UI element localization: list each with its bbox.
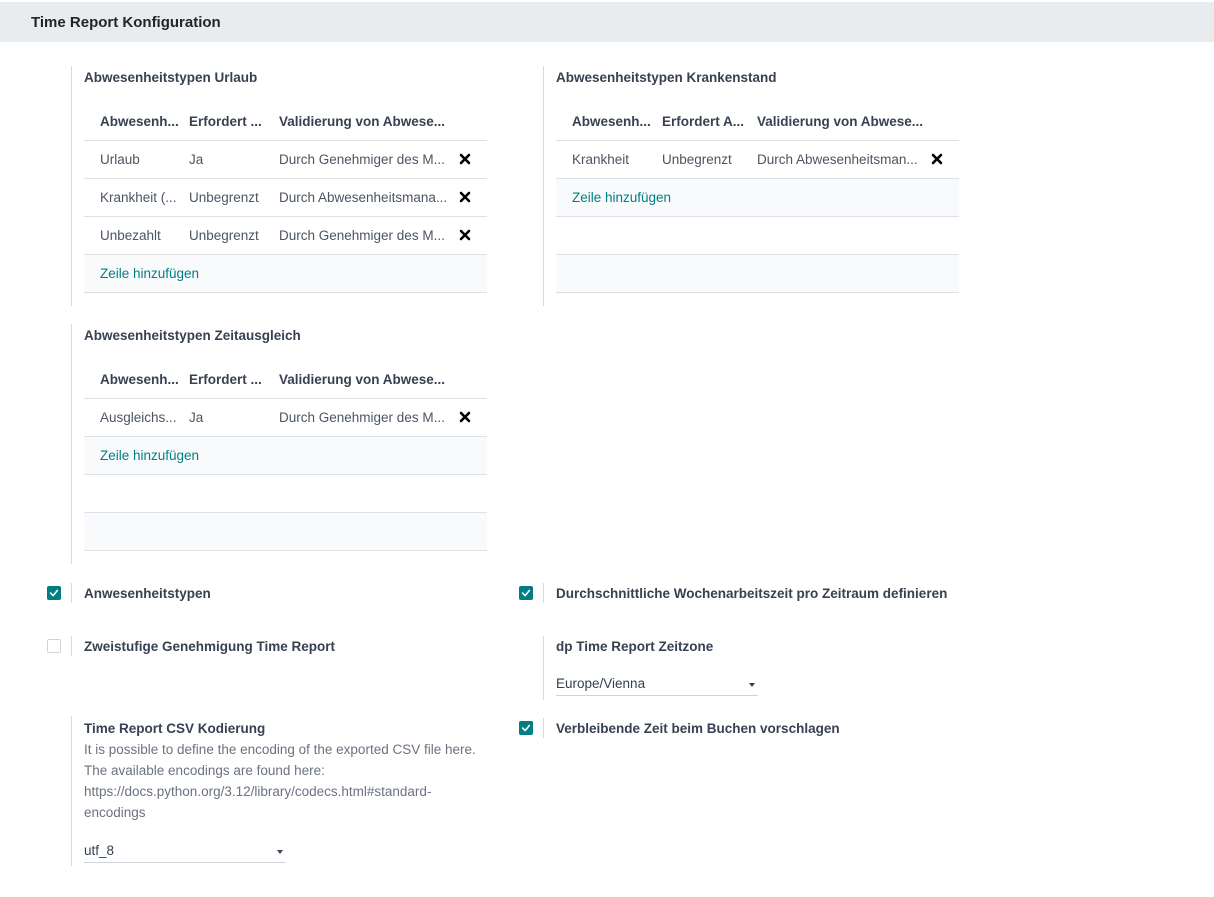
- wochenarbeitszeit-label[interactable]: Durchschnittliche Wochenarbeitszeit pro …: [556, 586, 947, 601]
- delete-row-icon[interactable]: [459, 411, 471, 423]
- csv-encoding-label: Time Report CSV Kodierung: [84, 721, 266, 736]
- table-header: Abwesenh... Erfordert A... Validierung v…: [556, 103, 959, 141]
- separator: [543, 636, 544, 700]
- zeitzone-select[interactable]: Europe/Vienna: [556, 674, 758, 696]
- settings-header: Time Report Konfiguration: [0, 2, 1214, 42]
- anwesenheitstypen-checkbox[interactable]: [47, 586, 61, 600]
- section-title-krankenstand: Abwesenheitstypen Krankenstand: [556, 70, 777, 85]
- delete-row-icon[interactable]: [459, 191, 471, 203]
- zweistufig-checkbox[interactable]: [47, 639, 61, 653]
- column-header[interactable]: Abwesenh...: [100, 103, 184, 140]
- table-header: Abwesenh... Erfordert ... Validierung vo…: [84, 361, 487, 399]
- csv-encoding-help: It is possible to define the encoding of…: [84, 742, 476, 820]
- delete-row-icon[interactable]: [459, 229, 471, 241]
- anwesenheitstypen-label[interactable]: Anwesenheitstypen: [84, 586, 211, 601]
- separator: [71, 324, 72, 564]
- column-header[interactable]: Erfordert ...: [189, 103, 273, 140]
- empty-row: [84, 513, 487, 551]
- cell-requires: Unbegrenzt: [189, 228, 259, 243]
- column-header[interactable]: Validierung von Abwese...: [279, 361, 451, 398]
- table-row[interactable]: Krankheit Unbegrenzt Durch Abwesenheitsm…: [556, 141, 959, 179]
- table-row[interactable]: Unbezahlt Unbegrenzt Durch Genehmiger de…: [84, 217, 487, 255]
- delete-row-icon[interactable]: [459, 153, 471, 165]
- add-line-row: Zeile hinzufügen: [84, 437, 487, 475]
- table-row[interactable]: Urlaub Ja Durch Genehmiger des M...: [84, 141, 487, 179]
- checkmark-icon: [521, 724, 531, 732]
- column-header[interactable]: Erfordert A...: [662, 103, 750, 140]
- wochenarbeitszeit-checkbox[interactable]: [519, 586, 533, 600]
- cell-validation: Durch Abwesenheitsmana...: [279, 190, 448, 205]
- separator: [71, 66, 72, 306]
- section-title-zeitausgleich: Abwesenheitstypen Zeitausgleich: [84, 328, 301, 343]
- cell-validation: Durch Genehmiger des M...: [279, 152, 445, 167]
- cell-validation: Durch Genehmiger des M...: [279, 228, 445, 243]
- cell-type: Unbezahlt: [100, 228, 161, 243]
- cell-requires: Unbegrenzt: [662, 152, 732, 167]
- add-line-row: Zeile hinzufügen: [556, 179, 959, 217]
- column-header[interactable]: Validierung von Abwese...: [757, 103, 925, 140]
- verbleibend-checkbox[interactable]: [519, 721, 533, 735]
- column-header[interactable]: Abwesenh...: [100, 361, 184, 398]
- cell-validation: Durch Genehmiger des M...: [279, 410, 445, 425]
- csv-encoding-select[interactable]: utf_8: [84, 841, 286, 863]
- add-line-link[interactable]: Zeile hinzufügen: [100, 255, 199, 292]
- add-line-link[interactable]: Zeile hinzufügen: [572, 179, 671, 216]
- column-header[interactable]: Validierung von Abwese...: [279, 103, 451, 140]
- caret-down-icon: [277, 850, 283, 854]
- empty-row: [556, 217, 959, 255]
- checkmark-icon: [49, 589, 59, 597]
- table-row[interactable]: Ausgleichs... Ja Durch Genehmiger des M.…: [84, 399, 487, 437]
- column-header[interactable]: Abwesenh...: [572, 103, 656, 140]
- checkmark-icon: [521, 589, 531, 597]
- verbleibend-label[interactable]: Verbleibende Zeit beim Buchen vorschlage…: [556, 721, 840, 736]
- table-row[interactable]: Krankheit (... Unbegrenzt Durch Abwesenh…: [84, 179, 487, 217]
- empty-row: [84, 475, 487, 513]
- csv-encoding-value: utf_8: [84, 843, 115, 858]
- zweistufig-label[interactable]: Zweistufige Genehmigung Time Report: [84, 639, 335, 654]
- caret-down-icon: [749, 683, 755, 687]
- separator: [71, 636, 72, 656]
- empty-row: [556, 255, 959, 293]
- cell-requires: Ja: [189, 152, 204, 167]
- add-line-row: Zeile hinzufügen: [84, 255, 487, 293]
- cell-validation: Durch Abwesenheitsman...: [757, 152, 918, 167]
- cell-type: Krankheit (...: [100, 190, 177, 205]
- separator: [543, 583, 544, 603]
- zeitzone-value: Europe/Vienna: [556, 676, 646, 691]
- add-line-link[interactable]: Zeile hinzufügen: [100, 437, 199, 474]
- separator: [71, 716, 72, 866]
- separator: [71, 583, 72, 603]
- column-header[interactable]: Erfordert ...: [189, 361, 273, 398]
- cell-requires: Ja: [189, 410, 204, 425]
- section-title-urlaub: Abwesenheitstypen Urlaub: [84, 70, 258, 85]
- cell-type: Ausgleichs...: [100, 410, 177, 425]
- cell-type: Krankheit: [572, 152, 630, 167]
- separator: [543, 66, 544, 306]
- delete-row-icon[interactable]: [931, 153, 943, 165]
- page-title: Time Report Konfiguration: [31, 14, 221, 31]
- zeitzone-label: dp Time Report Zeitzone: [556, 639, 714, 654]
- separator: [543, 718, 544, 738]
- cell-requires: Unbegrenzt: [189, 190, 259, 205]
- cell-type: Urlaub: [100, 152, 140, 167]
- table-header: Abwesenh... Erfordert ... Validierung vo…: [84, 103, 487, 141]
